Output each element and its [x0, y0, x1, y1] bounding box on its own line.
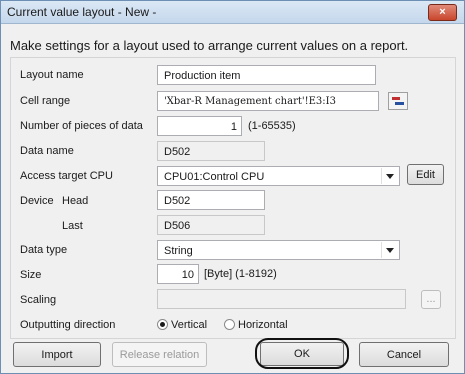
- cancel-button[interactable]: Cancel: [359, 342, 449, 367]
- device-head-input[interactable]: D502: [157, 190, 265, 210]
- data-name-field: D502: [157, 141, 265, 161]
- scaling-browse-button[interactable]: ...: [421, 290, 441, 309]
- device-last-field: D506: [157, 215, 265, 235]
- data-name-label: Data name: [20, 145, 74, 157]
- data-type-select[interactable]: String: [157, 240, 400, 260]
- cell-range-input[interactable]: 'Xbar-R Management chart'!E3:I3: [157, 91, 379, 111]
- radio-vertical-label[interactable]: Vertical: [171, 319, 207, 331]
- release-relation-button[interactable]: Release relation: [112, 342, 207, 367]
- data-type-label: Data type: [20, 244, 68, 256]
- window-title: Current value layout - New -: [7, 5, 157, 19]
- size-label: Size: [20, 269, 42, 281]
- pieces-label: Number of pieces of data: [20, 120, 143, 132]
- pieces-range-text: (1-65535): [248, 120, 296, 132]
- title-bar[interactable]: Current value layout - New - ×: [1, 1, 464, 24]
- direction-label: Outputting direction: [20, 319, 116, 331]
- size-input[interactable]: 10: [157, 264, 199, 284]
- layout-name-label: Layout name: [20, 69, 84, 81]
- device-last-label: Last: [62, 220, 83, 232]
- device-label: Device: [20, 195, 54, 207]
- pieces-input[interactable]: 1: [157, 116, 242, 136]
- chevron-down-icon[interactable]: [381, 168, 398, 184]
- range-select-glyph-red: [392, 97, 400, 100]
- access-cpu-label: Access target CPU: [20, 170, 113, 182]
- import-button[interactable]: Import: [13, 342, 101, 367]
- instruction-text: Make settings for a layout used to arran…: [10, 38, 409, 53]
- data-type-value: String: [164, 245, 193, 257]
- edit-button[interactable]: Edit: [407, 164, 444, 185]
- radio-horizontal[interactable]: [224, 319, 235, 330]
- device-head-label: Head: [62, 195, 89, 207]
- range-select-glyph-blue: [395, 102, 404, 105]
- dialog-window: Current value layout - New - × Make sett…: [0, 0, 465, 374]
- radio-vertical[interactable]: [157, 319, 168, 330]
- close-button[interactable]: ×: [428, 4, 457, 21]
- scaling-field: [157, 289, 406, 309]
- radio-horizontal-label[interactable]: Horizontal: [238, 319, 288, 331]
- size-unit-text: [Byte] (1-8192): [204, 268, 277, 280]
- ok-highlight-ring: [255, 338, 349, 369]
- chevron-down-icon[interactable]: [381, 242, 398, 258]
- cell-range-label: Cell range: [20, 95, 71, 107]
- scaling-label: Scaling: [20, 294, 57, 306]
- access-cpu-select[interactable]: CPU01:Control CPU: [157, 166, 400, 186]
- access-cpu-value: CPU01:Control CPU: [164, 171, 265, 183]
- range-select-icon[interactable]: [388, 92, 408, 110]
- layout-name-input[interactable]: Production item: [157, 65, 376, 85]
